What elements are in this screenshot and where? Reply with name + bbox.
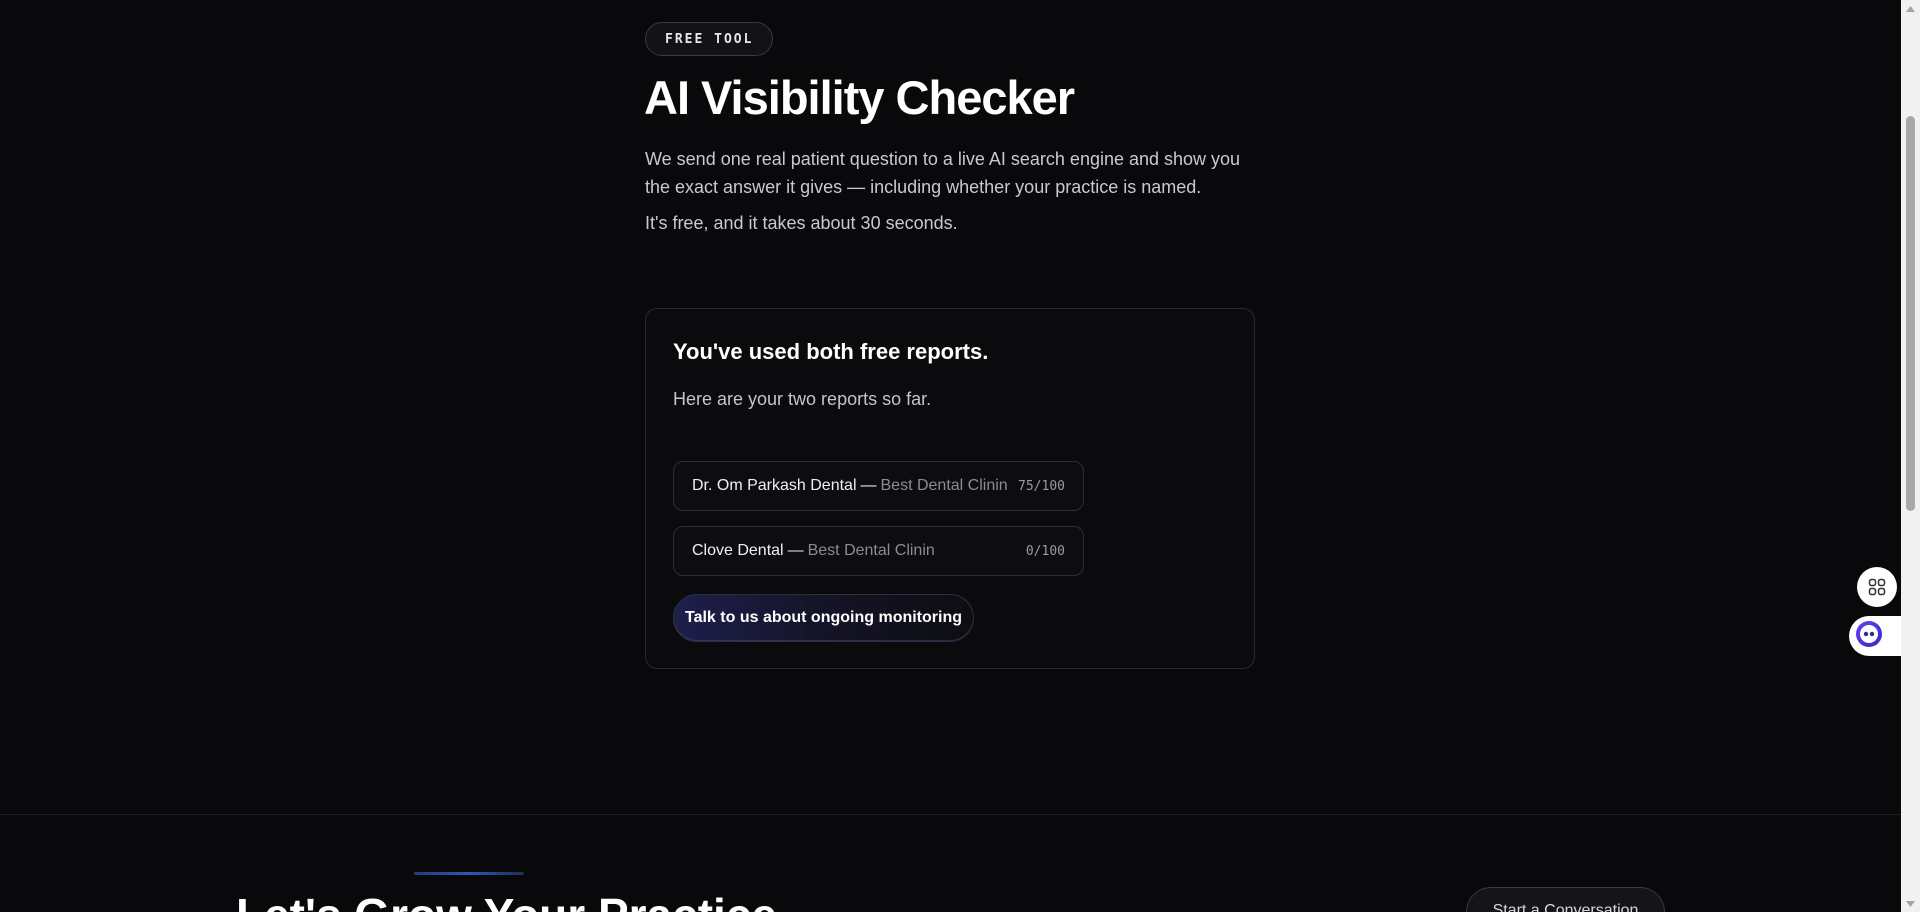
section-divider bbox=[0, 814, 1901, 815]
page-description: We send one real patient question to a l… bbox=[645, 149, 1241, 197]
report-separator: — bbox=[787, 542, 804, 559]
start-conversation-button[interactable]: Start a Conversation bbox=[1466, 887, 1665, 912]
page: FREE TOOL AI Visibility Checker We send … bbox=[0, 0, 1901, 912]
report-score: 75/100 bbox=[1018, 478, 1065, 494]
report-item-1[interactable]: Dr. Om Parkash Dental — Best Dental Clin… bbox=[673, 461, 1084, 511]
page-scrollbar[interactable] bbox=[1901, 0, 1920, 912]
monitoring-cta-button[interactable]: Talk to us about ongoing monitoring bbox=[673, 594, 974, 642]
scroll-up-arrow-icon[interactable] bbox=[1901, 0, 1920, 17]
report-query: Best Dental Clinin bbox=[880, 477, 1008, 494]
reports-card: You've used both free reports. Here are … bbox=[645, 308, 1255, 669]
chat-bot-icon bbox=[1855, 620, 1883, 653]
card-heading: You've used both free reports. bbox=[673, 339, 989, 364]
report-score: 0/100 bbox=[1025, 543, 1065, 559]
footer-title: Let's Grow Your Practice bbox=[236, 888, 777, 912]
grid-icon[interactable] bbox=[1857, 567, 1897, 607]
card-subtext: Here are your two reports so far. bbox=[673, 389, 932, 409]
accent-line bbox=[414, 872, 524, 875]
free-tool-badge: FREE TOOL bbox=[645, 22, 774, 56]
page-title: AI Visibility Checker bbox=[644, 71, 1075, 124]
scrollbar-thumb[interactable] bbox=[1906, 116, 1915, 511]
report-item-2[interactable]: Clove Dental — Best Dental Clinin 0/100 bbox=[673, 526, 1084, 576]
page-note: It's free, and it takes about 30 seconds… bbox=[645, 213, 958, 233]
report-practice-name: Dr. Om Parkash Dental bbox=[692, 477, 857, 494]
chat-widget-button[interactable] bbox=[1849, 616, 1901, 656]
scroll-down-arrow-icon[interactable] bbox=[1901, 895, 1920, 912]
report-separator: — bbox=[860, 477, 877, 494]
report-practice-name: Clove Dental bbox=[692, 542, 784, 559]
report-query: Best Dental Clinin bbox=[807, 542, 935, 559]
